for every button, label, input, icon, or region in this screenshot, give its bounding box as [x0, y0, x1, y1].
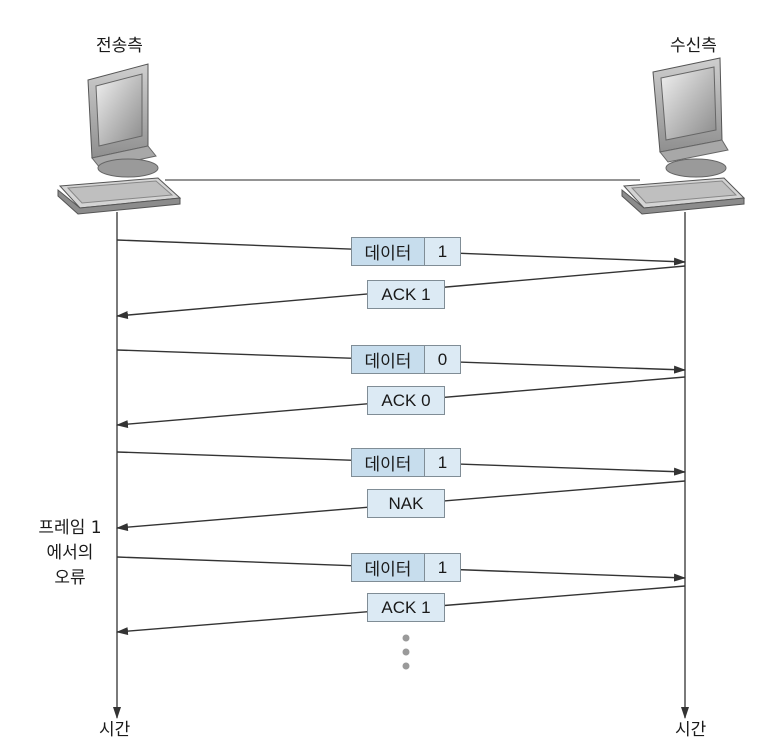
continuation-dots: [402, 634, 410, 670]
reply-frame-box: ACK 1: [367, 280, 445, 309]
sender-label: 전송측: [96, 36, 143, 56]
error-note-line: 프레임 1: [38, 518, 102, 538]
data-frame-seq: 1: [437, 452, 448, 472]
data-frame-seq: 1: [437, 557, 448, 577]
data-frame-label: 데이터: [352, 554, 425, 581]
data-frame-label: 데이터: [352, 346, 425, 373]
error-note: 프레임 1 에서의 오류: [22, 516, 118, 591]
reply-frame-box: ACK 1: [367, 593, 445, 622]
data-frame-label: 데이터: [352, 449, 425, 476]
data-frame-box: 데이터 1: [351, 237, 461, 266]
data-frame-label: 데이터: [352, 238, 425, 265]
data-frame-box: 데이터 1: [351, 448, 461, 477]
receiver-label: 수신측: [670, 36, 717, 56]
error-note-line: 에서의: [46, 543, 94, 563]
error-note-line: 오류: [54, 568, 86, 588]
stop-and-wait-diagram: 전송측 수신측 시간 시간 프레임 1 에서의 오류 데이터 1 ACK 1 데…: [0, 0, 767, 746]
data-frame-seq: 0: [437, 349, 448, 369]
reply-frame-box: ACK 0: [367, 386, 445, 415]
sender-time-label: 시간: [99, 720, 131, 740]
reply-frame-box: NAK: [367, 489, 445, 518]
sender-computer-icon: [57, 63, 182, 215]
data-frame-box: 데이터 0: [351, 345, 461, 374]
data-frame-box: 데이터 1: [351, 553, 461, 582]
data-frame-seq: 1: [437, 241, 448, 261]
receiver-computer-icon: [621, 57, 746, 215]
receiver-time-label: 시간: [675, 720, 707, 740]
